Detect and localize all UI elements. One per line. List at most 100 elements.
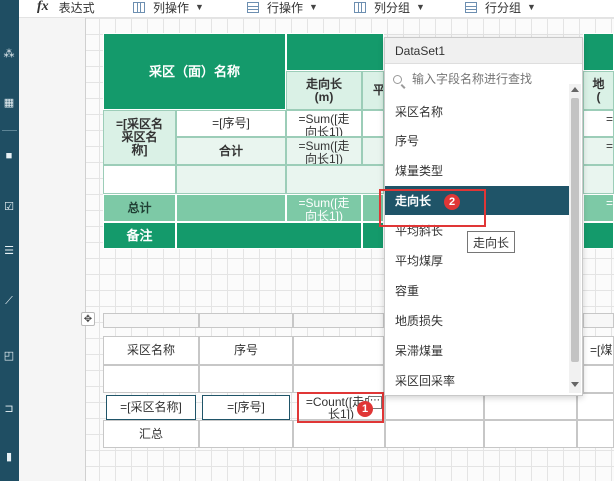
remark-label-cell[interactable]: 备注 xyxy=(103,222,176,249)
step-badge-2: 2 xyxy=(444,194,460,210)
seq-cell[interactable]: =[序号] xyxy=(176,110,286,137)
search-icon xyxy=(393,74,402,84)
field-item[interactable]: 采区名称 xyxy=(385,97,570,126)
dataset-title: DataSet1 xyxy=(385,38,582,64)
field-item[interactable]: 呆滞煤量 xyxy=(385,336,570,365)
grid-icon[interactable]: ▦ xyxy=(3,97,15,109)
summary-label-cell[interactable]: 汇总 xyxy=(103,420,199,448)
column-icon xyxy=(133,1,145,13)
blank-row-cell[interactable] xyxy=(103,165,176,194)
blank-cell[interactable] xyxy=(385,393,484,420)
remark-value-cell[interactable] xyxy=(362,222,384,249)
sum-length-cell[interactable]: =Sum([走 向长1]) xyxy=(286,110,362,137)
bracket-icon[interactable]: ⊐ xyxy=(3,403,15,415)
line-icon[interactable]: ⟋ xyxy=(3,295,15,307)
dropdown-scrollbar[interactable] xyxy=(569,84,581,393)
scrollbar-thumb[interactable] xyxy=(571,98,579,362)
expression-button[interactable]: fx 表达式 xyxy=(37,0,95,15)
table1-header-right[interactable] xyxy=(583,33,614,71)
scroll-up-icon[interactable] xyxy=(571,87,579,92)
remark-value-cell[interactable] xyxy=(176,222,362,249)
column-header-strip[interactable] xyxy=(293,313,384,328)
right-header-text2: ( xyxy=(596,89,601,104)
field-search-input[interactable] xyxy=(410,71,574,87)
subtotal-avg-cell[interactable] xyxy=(362,137,384,165)
blank-cell[interactable] xyxy=(385,420,484,448)
avg-header-cell[interactable]: 平 xyxy=(362,71,384,110)
field-item[interactable]: 采区回采率 xyxy=(385,366,570,395)
subtotal-right-cell[interactable]: =S xyxy=(583,137,614,165)
row-group-button[interactable]: 行分组 ▼ xyxy=(465,0,536,15)
blank-row-cell[interactable] xyxy=(583,165,614,194)
row-group-label: 行分组 xyxy=(485,0,522,15)
blank-cell[interactable] xyxy=(577,393,614,420)
zone-name-expr2: 采区名 称] xyxy=(121,130,158,157)
field-item-selected[interactable]: 走向长 xyxy=(385,186,570,215)
rect-icon[interactable]: ■ xyxy=(3,150,15,162)
total-right-cell[interactable]: =S xyxy=(583,194,614,222)
list-icon[interactable]: ☰ xyxy=(3,245,15,257)
table1-title-cell[interactable]: 采区（面）名称 xyxy=(103,33,286,110)
column-header-strip[interactable] xyxy=(103,313,199,328)
left-sidebar: ⁂ ▦ ■ ☑ ☰ ⟋ ◰ ⊐ ▮ xyxy=(0,0,19,481)
blank-cell[interactable] xyxy=(293,365,384,393)
zone-name-expr-cell[interactable]: =[采区名称] xyxy=(106,395,196,420)
blank-cell[interactable] xyxy=(293,420,385,448)
total-label-cell[interactable]: 总计 xyxy=(103,194,176,222)
total-avg-cell[interactable] xyxy=(362,194,384,222)
shape-icon[interactable]: ◰ xyxy=(3,350,15,362)
blank-cell[interactable] xyxy=(484,420,577,448)
check-icon[interactable]: ☑ xyxy=(3,201,15,213)
field-item[interactable]: 序号 xyxy=(385,126,570,155)
table1-header-group[interactable] xyxy=(286,33,384,71)
subtotal-label-cell[interactable]: 合计 xyxy=(176,137,286,165)
field-item[interactable]: 煤量类型 xyxy=(385,156,570,185)
row-group-icon xyxy=(465,1,477,13)
scroll-down-icon[interactable] xyxy=(571,382,579,387)
remark-value-cell[interactable] xyxy=(583,222,614,249)
blank-cell[interactable] xyxy=(199,365,293,393)
column-operation-button[interactable]: 列操作 ▼ xyxy=(133,0,204,15)
move-table-icon[interactable]: ✥ xyxy=(81,312,95,326)
field-tooltip: 走向长 xyxy=(467,231,515,253)
page-margin xyxy=(19,18,85,481)
column-header-strip[interactable] xyxy=(583,313,614,328)
right-header-cell[interactable]: 地 ( xyxy=(583,71,614,110)
chevron-down-icon: ▼ xyxy=(527,2,536,12)
total-sum-cell[interactable]: =Sum([走 向长1]) xyxy=(286,194,362,222)
right-value-cell[interactable]: =S xyxy=(583,110,614,137)
subtotal-sum-cell[interactable]: =Sum([走 向长1]) xyxy=(286,137,362,165)
avg-value-cell[interactable] xyxy=(362,110,384,137)
zone-name-header[interactable]: 采区名称 xyxy=(103,336,199,365)
field-item[interactable]: 容重 xyxy=(385,276,570,305)
layers-icon[interactable]: ⁂ xyxy=(3,48,15,60)
seq-expr-cell[interactable]: =[序号] xyxy=(202,395,290,420)
blank-cell[interactable] xyxy=(577,420,614,448)
group-header-cell[interactable] xyxy=(293,336,384,365)
blank-cell[interactable] xyxy=(583,365,614,393)
column-header-strip[interactable] xyxy=(199,313,293,328)
field-item[interactable]: 地质损失 xyxy=(385,306,570,335)
blank-cell[interactable] xyxy=(103,365,199,393)
row-icon xyxy=(247,1,259,13)
chevron-down-icon: ▼ xyxy=(416,2,425,12)
seq-header[interactable]: 序号 xyxy=(199,336,293,365)
row-operation-button[interactable]: 行操作 ▼ xyxy=(247,0,318,15)
doc-icon[interactable]: ▮ xyxy=(3,451,15,463)
blank-row-cell[interactable] xyxy=(176,165,286,194)
zone-name-cell[interactable]: =[采区名 采区名 称] xyxy=(103,110,176,165)
fx-icon: fx xyxy=(37,0,49,14)
blank-cell[interactable] xyxy=(484,393,577,420)
blank-cell[interactable] xyxy=(199,420,293,448)
coal-header-cell[interactable]: =[煤 xyxy=(583,336,614,365)
dataset-field-dropdown[interactable]: DataSet1 采区名称 序号 煤量类型 走向长 平均斜长 平均煤厚 容重 地… xyxy=(384,37,583,396)
chevron-down-icon: ▼ xyxy=(195,2,204,12)
length-header-cell[interactable]: 走向长 (m) xyxy=(286,71,362,110)
chevron-down-icon: ▼ xyxy=(309,2,318,12)
total-blank-cell[interactable] xyxy=(176,194,286,222)
column-group-button[interactable]: 列分组 ▼ xyxy=(354,0,425,15)
margin-guide xyxy=(85,18,86,481)
toolbar: fx 表达式 列操作 ▼ 行操作 ▼ 列分组 ▼ 行分组 ▼ xyxy=(19,0,614,18)
field-search[interactable] xyxy=(385,65,582,93)
blank-row-cell[interactable] xyxy=(286,165,384,194)
